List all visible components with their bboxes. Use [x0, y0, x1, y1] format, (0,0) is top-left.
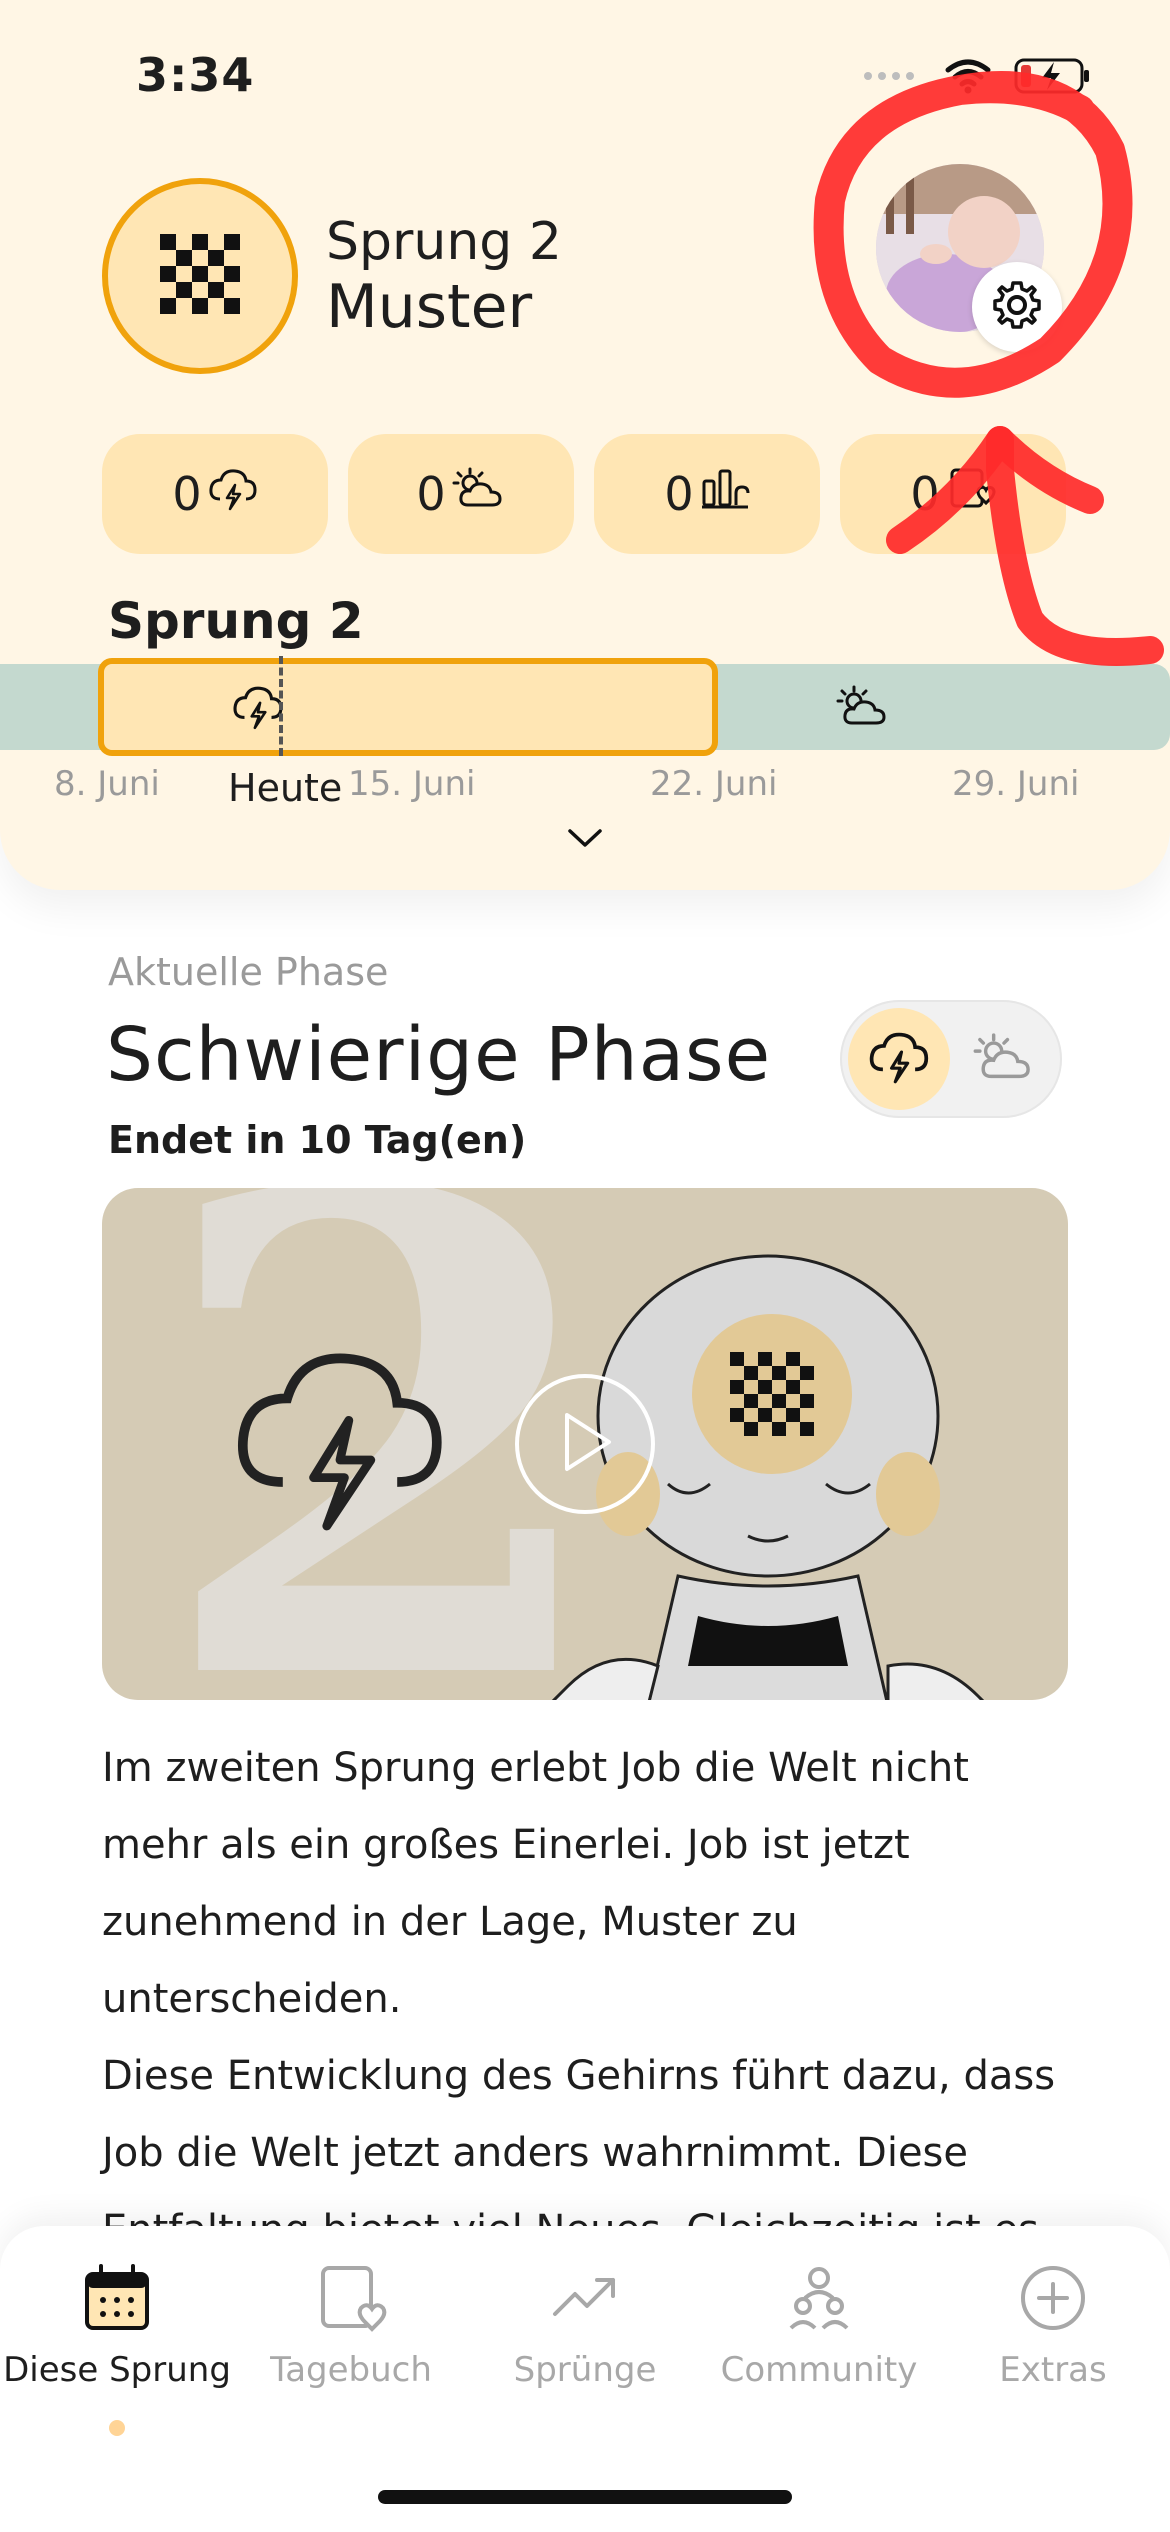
storm-cloud-icon: [208, 467, 258, 522]
home-indicator: [378, 2490, 792, 2504]
phase-label: Aktuelle Phase: [108, 950, 389, 994]
gear-icon: [989, 277, 1045, 337]
phase-title: Schwierige Phase: [106, 1012, 772, 1098]
chevron-down-icon[interactable]: [566, 826, 604, 854]
nav-spruenge[interactable]: Sprünge: [468, 2262, 702, 2390]
nav-label: Tagebuch: [270, 2350, 432, 2390]
nav-label: Sprünge: [513, 2350, 657, 2390]
phase-ends: Endet in 10 Tag(en): [108, 1118, 527, 1162]
timeline-date: 15. Juni: [348, 764, 476, 804]
counter-value: 0: [416, 467, 446, 521]
battery-icon: [1014, 56, 1092, 100]
diary-heart-icon: [946, 467, 996, 522]
toggle-sun-option[interactable]: [964, 1020, 1044, 1100]
community-icon: [783, 2262, 855, 2338]
leap-title: Sprung 2: [326, 212, 562, 272]
today-marker: [279, 656, 283, 756]
toggle-storm-option[interactable]: [848, 1008, 950, 1110]
counter-value: 0: [664, 467, 694, 521]
diary-heart-icon: [315, 2262, 387, 2338]
timeline-date: 22. Juni: [650, 764, 778, 804]
play-icon: [555, 1409, 615, 1479]
counter-sun[interactable]: 0: [348, 434, 574, 554]
nav-label: Community: [720, 2350, 918, 2390]
nav-tagebuch[interactable]: Tagebuch: [234, 2262, 468, 2390]
nav-diese-sprung[interactable]: Diese Sprung: [0, 2262, 234, 2390]
description-paragraph: Im zweiten Sprung erlebt Job die Welt ni…: [102, 1745, 969, 2022]
active-indicator: [109, 2420, 125, 2436]
storm-cloud-icon: [230, 1338, 450, 1542]
timeline-title: Sprung 2: [108, 592, 364, 650]
nav-label: Extras: [999, 2350, 1107, 2390]
bottom-nav: Diese Sprung Tagebuch Sprünge Community …: [0, 2226, 1170, 2532]
leap-badge[interactable]: [102, 178, 298, 374]
plus-circle-icon: [1017, 2262, 1089, 2338]
phase-video[interactable]: 2: [102, 1188, 1068, 1700]
skill-blocks-icon: [700, 467, 750, 522]
play-button[interactable]: [515, 1374, 655, 1514]
storm-cloud-icon: [868, 1029, 930, 1089]
nav-label: Diese Sprung: [3, 2350, 231, 2390]
counter-skills[interactable]: 0: [594, 434, 820, 554]
timeline-previous-segment[interactable]: [0, 664, 96, 750]
wifi-icon: [944, 58, 992, 98]
counter-value: 0: [910, 467, 940, 521]
trend-icon: [549, 2262, 621, 2338]
counter-storm[interactable]: 0: [102, 434, 328, 554]
sun-cloud-icon: [973, 1032, 1035, 1088]
counter-row: 0 0 0 0: [102, 434, 1066, 554]
timeline-current-phase[interactable]: [98, 658, 718, 756]
settings-button[interactable]: [972, 262, 1062, 352]
signal-icon: [862, 66, 922, 90]
counter-diary[interactable]: 0: [840, 434, 1066, 554]
status-time: 3:34: [136, 48, 255, 102]
status-icons: [862, 56, 1092, 100]
calendar-icon: [81, 2262, 153, 2338]
sun-cloud-icon: [452, 467, 506, 522]
timeline-date: 8. Juni: [54, 764, 160, 804]
timeline-date: 29. Juni: [952, 764, 1080, 804]
nav-extras[interactable]: Extras: [936, 2262, 1170, 2390]
nav-community[interactable]: Community: [702, 2262, 936, 2390]
leap-subtitle: Muster: [326, 272, 533, 342]
checkerboard-icon: [150, 224, 250, 328]
timeline-sun-icon: [836, 684, 890, 734]
phase-description: Im zweiten Sprung erlebt Job die Welt ni…: [102, 1730, 1072, 2269]
today-label: Heute: [224, 766, 347, 810]
counter-value: 0: [172, 467, 202, 521]
phase-toggle[interactable]: [840, 1000, 1062, 1118]
timeline-storm-icon: [232, 684, 284, 734]
